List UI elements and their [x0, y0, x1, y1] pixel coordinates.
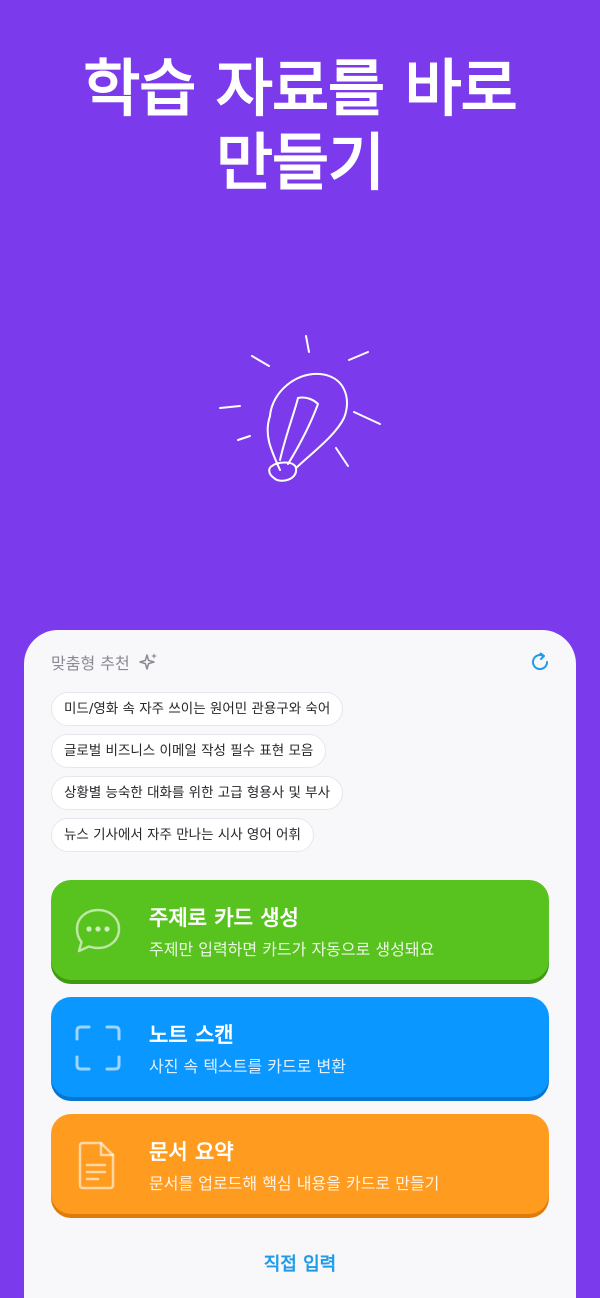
document-summary-title: 문서 요약	[149, 1140, 234, 1164]
scan-frame-icon	[75, 1025, 121, 1071]
note-scan-desc: 사진 속 텍스트를 카드로 변환	[149, 1057, 346, 1076]
suggestion-chips: 미드/영화 속 자주 쓰이는 원어민 관용구와 숙어 글로벌 비즈니스 이메일 …	[51, 692, 551, 860]
suggestion-chip[interactable]: 뉴스 기사에서 자주 만나는 시사 영어 어휘	[51, 818, 314, 852]
suggestion-chip[interactable]: 글로벌 비즈니스 이메일 작성 필수 표현 모음	[51, 734, 327, 768]
topic-card-button[interactable]: 주제로 카드 생성 주제만 입력하면 카드가 자동으로 생성돼요	[51, 880, 549, 980]
hero-title-line-2: 만들기	[215, 126, 385, 199]
hero-title-line-1: 학습 자료를 바로	[83, 52, 517, 125]
document-icon	[78, 1141, 115, 1190]
topic-card-desc: 주제만 입력하면 카드가 자동으로 생성돼요	[149, 940, 435, 959]
recommend-header: 맞춤형 추천	[51, 650, 552, 674]
note-scan-title: 노트 스캔	[149, 1023, 234, 1047]
lightbulb-icon	[219, 335, 381, 482]
topic-card-title: 주제로 카드 생성	[149, 906, 299, 930]
recommend-label: 맞춤형 추천	[51, 654, 130, 673]
hero-title: 학습 자료를 바로 만들기	[0, 52, 600, 200]
screen: 학습 자료를 바로 만들기 맞춤형 추천 미드/영화 속 자주 쓰이는 원어민 …	[0, 0, 600, 1298]
note-scan-button[interactable]: 노트 스캔 사진 속 텍스트를 카드로 변환	[51, 997, 549, 1097]
direct-input-link[interactable]: 직접 입력	[24, 1250, 576, 1276]
refresh-icon[interactable]	[528, 650, 552, 674]
recommendation-sheet: 맞춤형 추천 미드/영화 속 자주 쓰이는 원어민 관용구와 숙어 글로벌 비즈…	[24, 630, 576, 1298]
document-summary-desc: 문서를 업로드해 핵심 내용을 카드로 만들기	[149, 1174, 440, 1193]
chat-bubble-icon	[75, 908, 121, 953]
suggestion-chip[interactable]: 상황별 능숙한 대화를 위한 고급 형용사 및 부사	[51, 776, 344, 810]
document-summary-button[interactable]: 문서 요약 문서를 업로드해 핵심 내용을 카드로 만들기	[51, 1114, 549, 1214]
suggestion-chip[interactable]: 미드/영화 속 자주 쓰이는 원어민 관용구와 숙어	[51, 692, 344, 726]
sparkle-icon	[138, 653, 157, 670]
